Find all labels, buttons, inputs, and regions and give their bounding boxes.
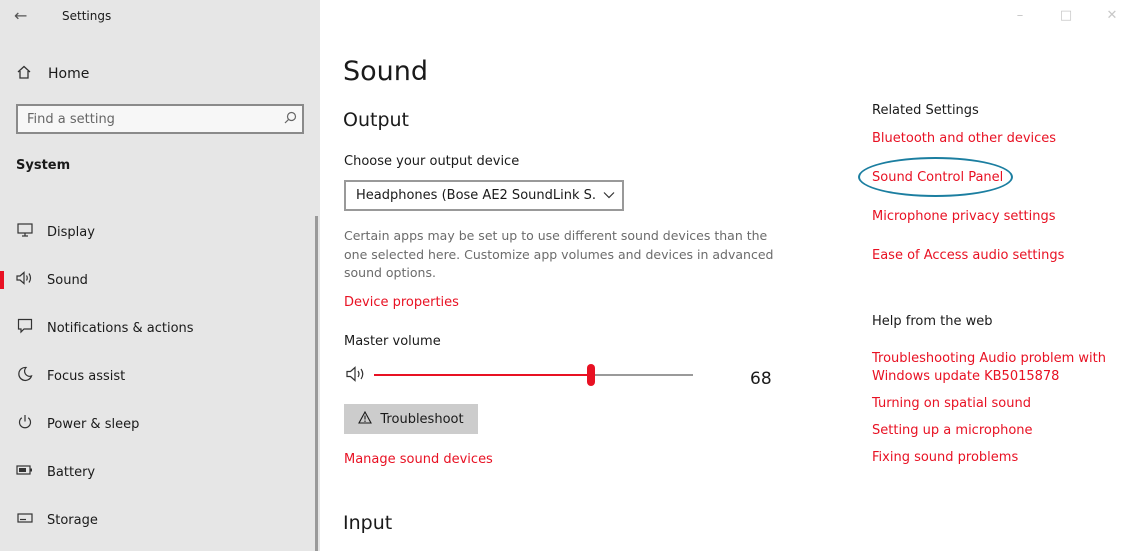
- manage-sound-devices-link[interactable]: Manage sound devices: [344, 452, 493, 467]
- sidebar-item-label: Display: [47, 224, 95, 240]
- ease-of-access-audio-link[interactable]: Ease of Access audio settings: [872, 247, 1122, 265]
- sidebar-item-notifications[interactable]: Notifications & actions: [0, 304, 320, 352]
- storage-icon: [16, 512, 34, 528]
- search-input[interactable]: [18, 111, 278, 127]
- sidebar-scrollbar[interactable]: [315, 216, 318, 551]
- sidebar-item-label: Storage: [47, 512, 98, 528]
- battery-icon: [16, 464, 34, 480]
- search-icon[interactable]: [278, 111, 302, 128]
- sound-icon: [16, 271, 34, 289]
- output-heading: Output: [343, 109, 409, 131]
- help-link-fixing-sound[interactable]: Fixing sound problems: [872, 449, 1122, 467]
- bluetooth-devices-link[interactable]: Bluetooth and other devices: [872, 130, 1122, 148]
- settings-window: ← Settings Home System Display: [0, 0, 1135, 551]
- app-title: Settings: [62, 9, 112, 23]
- help-link-microphone[interactable]: Setting up a microphone: [872, 422, 1122, 440]
- microphone-privacy-link[interactable]: Microphone privacy settings: [872, 208, 1122, 226]
- troubleshoot-label: Troubleshoot: [380, 411, 464, 427]
- sidebar-item-label: Sound: [47, 272, 88, 288]
- notifications-icon: [16, 318, 34, 338]
- sound-control-panel-link[interactable]: Sound Control Panel: [872, 169, 1122, 187]
- sidebar: ← Settings Home System Display: [0, 0, 320, 551]
- slider-fill: [374, 374, 591, 376]
- input-heading: Input: [343, 512, 393, 534]
- master-volume-label: Master volume: [344, 334, 441, 349]
- help-from-web-heading: Help from the web: [872, 314, 993, 329]
- troubleshoot-button[interactable]: Troubleshoot: [344, 404, 478, 434]
- sidebar-item-label: Home: [48, 66, 90, 82]
- warning-icon: [358, 410, 373, 428]
- help-link-troubleshooting-audio[interactable]: Troubleshooting Audio problem with Windo…: [872, 350, 1122, 386]
- speaker-icon[interactable]: [346, 366, 368, 386]
- sidebar-item-label: Focus assist: [47, 368, 126, 384]
- sidebar-item-sound[interactable]: Sound: [0, 256, 320, 304]
- sidebar-item-label: Power & sleep: [47, 416, 140, 432]
- output-help-text: Certain apps may be set up to use differ…: [344, 228, 774, 280]
- page-title: Sound: [343, 56, 429, 87]
- device-properties-link[interactable]: Device properties: [344, 295, 459, 310]
- search-box: [16, 104, 304, 134]
- home-icon: [16, 64, 34, 84]
- related-settings-heading: Related Settings: [872, 103, 979, 118]
- sidebar-nav: Display Sound Notifications & actions Fo…: [0, 208, 320, 544]
- output-device-value: Headphones (Bose AE2 SoundLink S...: [356, 188, 596, 203]
- sidebar-item-storage[interactable]: Storage: [0, 496, 320, 544]
- sidebar-item-battery[interactable]: Battery: [0, 448, 320, 496]
- output-device-dropdown[interactable]: Headphones (Bose AE2 SoundLink S...: [344, 180, 624, 211]
- focus-assist-icon: [16, 366, 34, 386]
- master-volume-slider[interactable]: [374, 364, 693, 386]
- sidebar-item-power-sleep[interactable]: Power & sleep: [0, 400, 320, 448]
- display-icon: [16, 223, 34, 241]
- chevron-down-icon: [596, 189, 622, 202]
- sidebar-section-system: System: [16, 158, 71, 173]
- sidebar-item-focus-assist[interactable]: Focus assist: [0, 352, 320, 400]
- help-link-spatial-sound[interactable]: Turning on spatial sound: [872, 395, 1122, 413]
- main-content: Sound Output Choose your output device H…: [320, 0, 1135, 551]
- sidebar-item-label: Battery: [47, 464, 96, 480]
- sidebar-item-display[interactable]: Display: [0, 208, 320, 256]
- sidebar-item-label: Notifications & actions: [47, 320, 194, 336]
- power-icon: [16, 414, 34, 434]
- volume-value: 68: [750, 369, 772, 389]
- sidebar-item-home[interactable]: Home: [0, 58, 320, 90]
- back-arrow-icon[interactable]: ←: [14, 6, 36, 26]
- choose-output-label: Choose your output device: [344, 154, 520, 169]
- slider-thumb[interactable]: [586, 364, 595, 386]
